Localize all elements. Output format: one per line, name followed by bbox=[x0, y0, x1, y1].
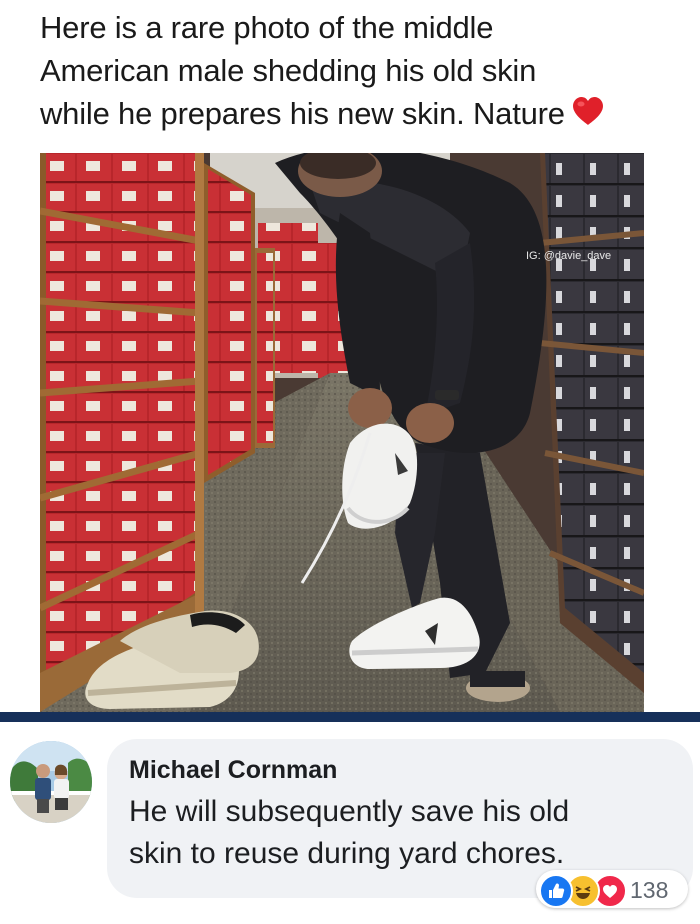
meme-photo: IG: @davie_dave bbox=[40, 153, 644, 712]
photo-watermark: IG: @davie_dave bbox=[526, 250, 612, 262]
meme-caption: Here is a rare photo of the middle Ameri… bbox=[40, 6, 680, 137]
comment-author[interactable]: Michael Cornman bbox=[129, 756, 337, 785]
reaction-summary[interactable]: 138 bbox=[536, 870, 688, 908]
caption-line: Here is a rare photo of the middle bbox=[40, 10, 494, 45]
caption-line: while he prepares his new skin. Nature bbox=[40, 92, 680, 137]
comment: Michael Cornman He will subsequently sav… bbox=[0, 722, 700, 924]
comment-line: skin to reuse during yard chores. bbox=[129, 837, 565, 870]
post-divider bbox=[0, 712, 700, 722]
like-icon bbox=[539, 874, 573, 908]
avatar[interactable] bbox=[10, 741, 92, 823]
reaction-count: 138 bbox=[630, 877, 669, 903]
heart-icon bbox=[571, 94, 605, 137]
comment-line: He will subsequently save his old bbox=[129, 795, 570, 828]
caption-line: American male shedding his old skin bbox=[40, 53, 537, 88]
meme-post: Here is a rare photo of the middle Ameri… bbox=[0, 0, 700, 712]
comment-text: He will subsequently save his old skin t… bbox=[129, 791, 669, 875]
